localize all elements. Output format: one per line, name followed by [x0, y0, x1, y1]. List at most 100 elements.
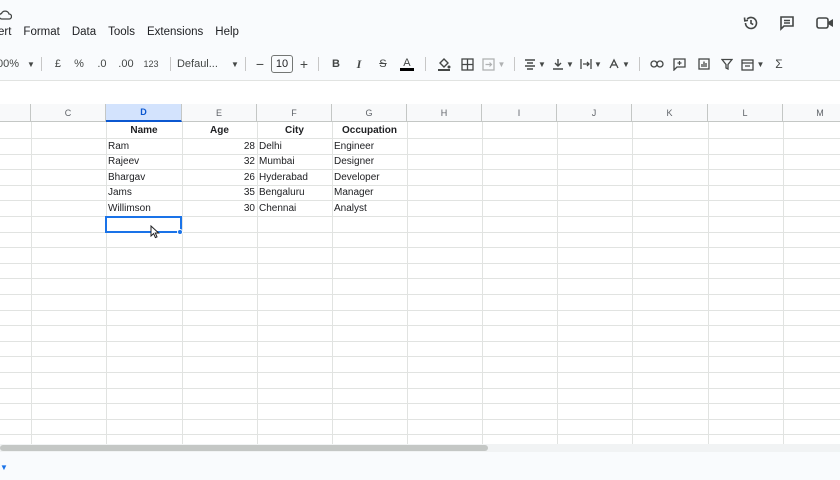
- number-format-button[interactable]: 123: [138, 53, 164, 75]
- chevron-down-icon: ▼: [565, 59, 574, 69]
- zoom-select[interactable]: 00% ▼: [0, 53, 35, 75]
- table-cell[interactable]: Hyderabad: [257, 170, 332, 185]
- font-family-select[interactable]: Defaul... ▼: [177, 53, 239, 75]
- zoom-value: 00%: [0, 58, 20, 70]
- cell-header-occupation[interactable]: Occupation: [332, 123, 407, 138]
- header-area: ert Format Data Tools Extensions Help 00…: [0, 0, 840, 88]
- column-header-l[interactable]: L: [708, 104, 783, 122]
- filter-views-icon[interactable]: ▼: [738, 53, 768, 75]
- font-size-increase-button[interactable]: +: [296, 53, 312, 75]
- grid-column-line: [31, 122, 32, 444]
- table-cell[interactable]: 26: [182, 170, 257, 185]
- column-header-d[interactable]: D: [106, 104, 182, 122]
- horizontal-scrollbar[interactable]: [0, 444, 840, 452]
- toolbar-divider: [244, 57, 246, 71]
- merge-cells-icon[interactable]: ▼: [480, 53, 508, 75]
- column-header-c[interactable]: C: [31, 104, 106, 122]
- column-header-g[interactable]: G: [332, 104, 407, 122]
- grid-column-line: [632, 122, 633, 444]
- table-cell[interactable]: 28: [182, 139, 257, 154]
- vertical-align-icon[interactable]: ▼: [549, 53, 577, 75]
- table-cell[interactable]: Designer: [332, 154, 407, 169]
- version-history-icon[interactable]: [740, 12, 762, 34]
- filter-icon[interactable]: [716, 53, 738, 75]
- row-gutter-header: [0, 104, 31, 122]
- font-size-input[interactable]: 10: [270, 55, 293, 73]
- fill-handle[interactable]: [177, 229, 183, 235]
- column-header-i[interactable]: I: [482, 104, 557, 122]
- grid-column-line: [708, 122, 709, 444]
- grid-column-line: [482, 122, 483, 444]
- strikethrough-button[interactable]: S: [371, 53, 395, 75]
- menu-tools[interactable]: Tools: [108, 26, 135, 42]
- table-cell[interactable]: Ram: [106, 139, 182, 154]
- font-size-decrease-button[interactable]: −: [252, 53, 268, 75]
- sheet-grid: C D E F G H I J K L M Name Age City Occu…: [0, 104, 840, 444]
- grid-row-line: [0, 325, 840, 326]
- insert-comment-icon[interactable]: [668, 53, 692, 75]
- italic-button[interactable]: I: [347, 53, 371, 75]
- horizontal-align-icon[interactable]: ▼: [521, 53, 549, 75]
- increase-decimal-button[interactable]: .00: [114, 53, 138, 75]
- fill-color-icon[interactable]: [432, 53, 456, 75]
- table-cell[interactable]: Jams: [106, 185, 182, 200]
- table-cell[interactable]: Bhargav: [106, 170, 182, 185]
- table-cell[interactable]: Delhi: [257, 139, 332, 154]
- text-rotation-icon[interactable]: ▼: [605, 53, 633, 75]
- insert-link-icon[interactable]: [646, 53, 668, 75]
- comments-icon[interactable]: [776, 12, 798, 34]
- table-cell[interactable]: 35: [182, 185, 257, 200]
- menu-format[interactable]: Format: [23, 26, 59, 42]
- percent-format-button[interactable]: %: [68, 53, 90, 75]
- table-cell[interactable]: Rajeev: [106, 154, 182, 169]
- decrease-decimal-button[interactable]: .0: [90, 53, 114, 75]
- insert-chart-icon[interactable]: [692, 53, 716, 75]
- column-header-f[interactable]: F: [257, 104, 332, 122]
- cell-header-age[interactable]: Age: [182, 123, 257, 138]
- functions-button[interactable]: Σ: [768, 53, 790, 75]
- table-cell[interactable]: 30: [182, 201, 257, 216]
- menu-data[interactable]: Data: [72, 26, 96, 42]
- sheet-list-caret-icon[interactable]: ▼: [0, 463, 8, 472]
- font-family-value: Defaul...: [176, 58, 218, 70]
- cell-header-name[interactable]: Name: [106, 123, 182, 138]
- currency-format-button[interactable]: £: [48, 53, 68, 75]
- text-color-label: A: [403, 56, 411, 69]
- sheet-tabs-bar: ▼: [0, 452, 840, 480]
- grid-row-line: [0, 310, 840, 311]
- grid-column-line: [783, 122, 784, 444]
- toolbar-divider: [169, 57, 171, 71]
- grid-row-line: [0, 403, 840, 404]
- column-header-h[interactable]: H: [407, 104, 482, 122]
- text-wrapping-icon[interactable]: ▼: [577, 53, 605, 75]
- chevron-down-icon: ▼: [593, 59, 602, 69]
- cell-header-city[interactable]: City: [257, 123, 332, 138]
- table-cell[interactable]: Developer: [332, 170, 407, 185]
- menu-extensions[interactable]: Extensions: [147, 26, 203, 42]
- bold-button[interactable]: B: [325, 53, 347, 75]
- table-cell[interactable]: Engineer: [332, 139, 407, 154]
- grid-row-line: [0, 341, 840, 342]
- table-cell[interactable]: Manager: [332, 185, 407, 200]
- table-cell[interactable]: Willimson: [106, 201, 182, 216]
- menu-help[interactable]: Help: [215, 26, 239, 42]
- column-header-e[interactable]: E: [182, 104, 257, 122]
- table-cell[interactable]: Chennai: [257, 201, 332, 216]
- scrollbar-thumb[interactable]: [0, 445, 488, 451]
- active-cell-selection[interactable]: [105, 216, 182, 233]
- table-cell[interactable]: 32: [182, 154, 257, 169]
- grid-row-line: [0, 372, 840, 373]
- formula-bar[interactable]: [0, 80, 840, 104]
- column-header-j[interactable]: J: [557, 104, 632, 122]
- mouse-pointer-icon: [150, 225, 160, 239]
- menu-insert[interactable]: ert: [0, 26, 11, 42]
- table-cell[interactable]: Mumbai: [257, 154, 332, 169]
- table-cell[interactable]: Analyst: [332, 201, 407, 216]
- borders-icon[interactable]: [456, 53, 480, 75]
- column-header-k[interactable]: K: [632, 104, 708, 122]
- grid-row-line: [0, 278, 840, 279]
- text-color-button[interactable]: A: [395, 53, 419, 75]
- column-header-m[interactable]: M: [783, 104, 840, 122]
- table-cell[interactable]: Bengaluru: [257, 185, 332, 200]
- meet-video-icon[interactable]: [812, 12, 838, 34]
